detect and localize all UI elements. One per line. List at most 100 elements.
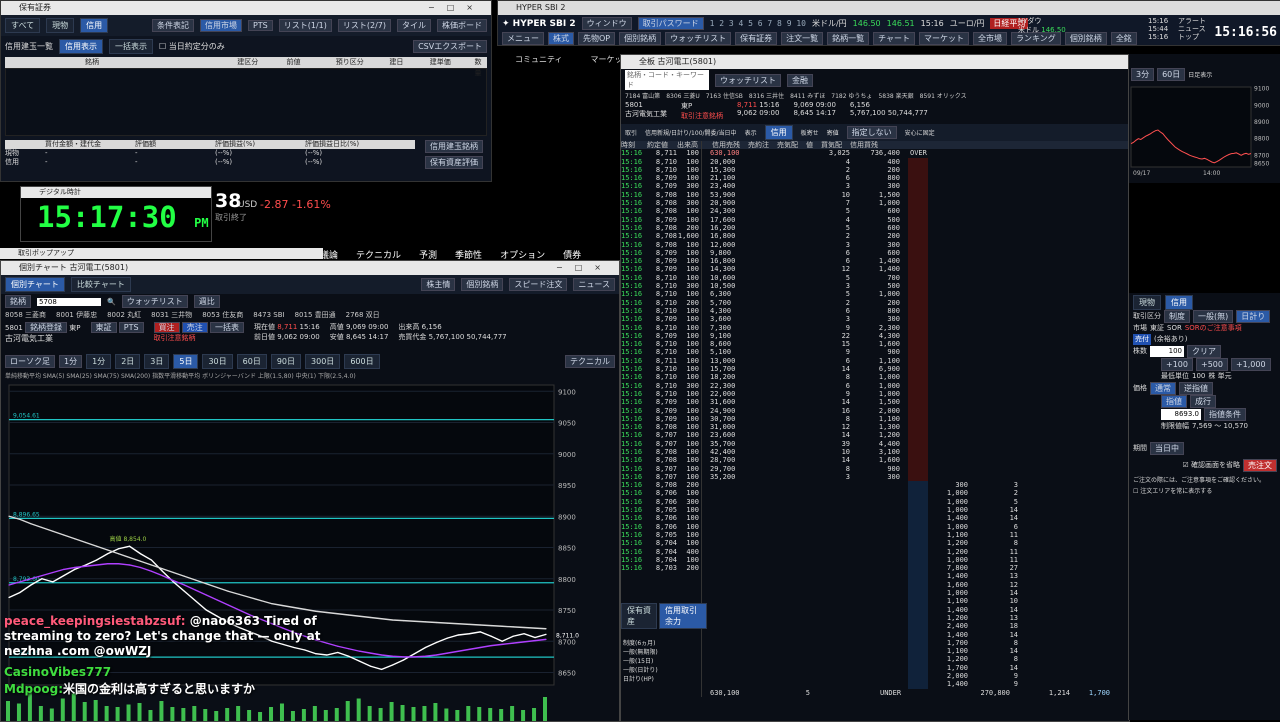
ask-row[interactable]: 23,600 14 1,200 — [702, 431, 1129, 440]
bid-row[interactable]: 1,400 13 — [702, 572, 1129, 581]
top-link[interactable]: トップ — [1178, 33, 1206, 41]
sell-button[interactable]: 売注 — [181, 322, 208, 333]
qty-step[interactable]: +100 — [1161, 358, 1193, 371]
stock-chip[interactable]: 2768 双日 — [346, 310, 380, 320]
right-tab[interactable]: 個別銘柄 — [461, 278, 504, 291]
ask-row[interactable]: 16,800 6 1,400 — [702, 257, 1129, 266]
nav-community[interactable]: コミュニティ — [515, 54, 563, 65]
bid-row[interactable]: 2,000 9 — [702, 672, 1129, 681]
bid-row[interactable]: 1,200 11 — [702, 547, 1129, 556]
period-button[interactable]: 1分 — [86, 354, 112, 369]
technical-button[interactable]: テクニカル — [565, 355, 615, 368]
ask-row[interactable]: 4,300 6 800 — [702, 306, 1129, 316]
btn-list2[interactable]: リスト(2/7) — [337, 19, 391, 32]
menu-item[interactable]: 保有証券 — [735, 32, 778, 45]
ask-row[interactable]: 35,700 39 4,400 — [702, 439, 1129, 448]
period-button[interactable]: 600日 — [344, 354, 380, 369]
bid-row[interactable]: 1,200 8 — [702, 539, 1129, 548]
stock-chip[interactable]: 8058 三菱商 — [5, 310, 46, 320]
ask-row[interactable]: 10,500 3 500 — [702, 282, 1129, 291]
tab-margin[interactable]: 信用 — [80, 18, 109, 33]
ask-row[interactable]: 15,300 2 200 — [702, 165, 1129, 175]
menu-item[interactable]: 個別銘柄 — [619, 32, 662, 45]
menu-item[interactable]: 銘柄一覧 — [827, 32, 870, 45]
btn-pts[interactable]: PTS — [247, 20, 273, 31]
stock-chip[interactable]: 8002 丸紅 — [107, 310, 141, 320]
category-dropdown[interactable]: 金融 — [787, 73, 813, 87]
stock-chip[interactable]: 8015 豊田通 — [295, 310, 336, 320]
menu-item[interactable]: マーケット — [919, 32, 970, 45]
ask-row[interactable]: 20,000 4 400 — [702, 157, 1129, 166]
ask-row[interactable]: 28,700 14 1,600 — [702, 456, 1129, 465]
toolbar-item[interactable]: 信用新規/日計り/100/開委/当日中 — [645, 128, 737, 137]
ask-row[interactable]: 42,400 10 3,100 — [702, 447, 1129, 457]
trade-type[interactable]: 制度 — [1164, 310, 1190, 323]
search-icon[interactable]: 🔍 — [107, 298, 116, 306]
bid-row[interactable]: 1,100 11 — [702, 530, 1129, 540]
ask-row[interactable]: 30,700 8 1,100 — [702, 414, 1129, 424]
buy-button[interactable]: 買注 — [153, 322, 180, 333]
period-button[interactable]: 300日 — [305, 354, 341, 369]
trade-type[interactable]: 日計り — [1236, 310, 1271, 323]
trade-type[interactable]: 一般(無) — [1193, 310, 1234, 323]
period-dropdown[interactable]: 1分 — [59, 355, 83, 368]
btn-board[interactable]: 株価ボード — [437, 19, 487, 32]
ask-row[interactable]: 31,000 12 1,300 — [702, 423, 1129, 432]
ask-row[interactable]: 9,800 6 600 — [702, 248, 1129, 258]
period-button[interactable]: 30日 — [202, 354, 233, 369]
ask-row[interactable]: 29,700 8 900 — [702, 464, 1129, 473]
watchlist-dropdown[interactable]: ウォッチリスト — [121, 295, 188, 308]
mini-checkbox[interactable]: 日足表示 — [1188, 70, 1212, 79]
toolbar-item[interactable]: 取引 — [625, 128, 637, 137]
qty-step[interactable]: +1,000 — [1230, 358, 1271, 371]
menu-item[interactable]: 先物OP — [578, 32, 616, 45]
right-tab[interactable]: 株主情 — [421, 278, 456, 291]
menu-item[interactable]: メニュー — [502, 32, 544, 45]
menu-item[interactable]: 全銘 — [1110, 32, 1137, 45]
ask-row[interactable]: 21,100 6 800 — [702, 174, 1129, 183]
stock-chip[interactable]: 5838 楽天銀 — [878, 91, 913, 100]
ask-row[interactable]: 15,700 14 6,900 — [702, 365, 1129, 374]
qty-clear[interactable]: クリア — [1187, 345, 1221, 358]
tab-chart[interactable]: 個別チャート — [5, 277, 65, 292]
stock-chip[interactable]: 7163 住信SB — [706, 91, 743, 100]
period-button[interactable]: 5日 — [173, 354, 199, 369]
stock-chip[interactable]: 8053 住友商 — [202, 310, 243, 320]
sbi-titlebar[interactable]: HYPER SBI 2 — [498, 1, 1280, 15]
period-button[interactable]: 3日 — [144, 354, 170, 369]
tab-margin-capacity[interactable]: 信用取引余力 — [659, 603, 707, 629]
order-tab-margin[interactable]: 信用 — [1165, 295, 1193, 310]
menu-item[interactable]: 全市場 — [973, 32, 1008, 45]
price-type[interactable]: 通常 — [1150, 382, 1176, 395]
bid-row[interactable]: 1,400 9 — [702, 680, 1129, 689]
stock-chip[interactable]: 8316 三井住 — [749, 91, 784, 100]
popup-titlebar[interactable]: 取引ポップアップ — [0, 248, 323, 259]
sor[interactable]: SOR — [1167, 323, 1182, 334]
tab-assets[interactable]: 保有資産 — [621, 603, 657, 629]
today-checkbox[interactable]: ☐ 当日約定分のみ — [159, 41, 225, 52]
ask-row[interactable]: 3,600 3 300 — [702, 315, 1129, 324]
tab-spot[interactable]: 現物 — [46, 18, 75, 33]
order-area-checkbox[interactable]: ☐ 注文エリアを常に表示する — [1133, 486, 1277, 497]
window-controls[interactable]: −□× — [428, 1, 485, 15]
toolbar-item[interactable]: 表示 — [745, 128, 757, 137]
right-tab[interactable]: スピード注文 — [509, 278, 568, 291]
bid-row[interactable]: 1,000 2 — [702, 489, 1129, 498]
menu-item[interactable]: チャート — [873, 32, 916, 45]
bid-row[interactable]: 1,100 14 — [702, 647, 1129, 656]
menu-item[interactable]: 個別銘柄 — [1064, 32, 1107, 45]
submit-order-button[interactable]: 売注文 — [1243, 459, 1277, 472]
csv-button[interactable]: CSVエクスポート — [413, 40, 487, 53]
clock-titlebar[interactable]: デジタル時計 — [21, 187, 211, 198]
bid-row[interactable]: 1,000 11 — [702, 555, 1129, 565]
bid-row[interactable]: 1,400 14 — [702, 605, 1129, 614]
period-dropdown[interactable]: 当日中 — [1150, 442, 1184, 455]
col-type[interactable]: 建区分 — [237, 57, 286, 68]
bulk-button[interactable]: 一括表 — [210, 322, 245, 333]
cond-market[interactable]: 成行 — [1190, 395, 1216, 408]
col-deposit[interactable]: 預り区分 — [336, 57, 390, 68]
bid-row[interactable]: 1,400 14 — [702, 514, 1129, 523]
col-qty[interactable]: 数量 — [474, 57, 487, 77]
mini-period[interactable]: 3分 — [1131, 68, 1155, 81]
watchlist-dropdown[interactable]: ウォッチリスト — [715, 73, 781, 87]
